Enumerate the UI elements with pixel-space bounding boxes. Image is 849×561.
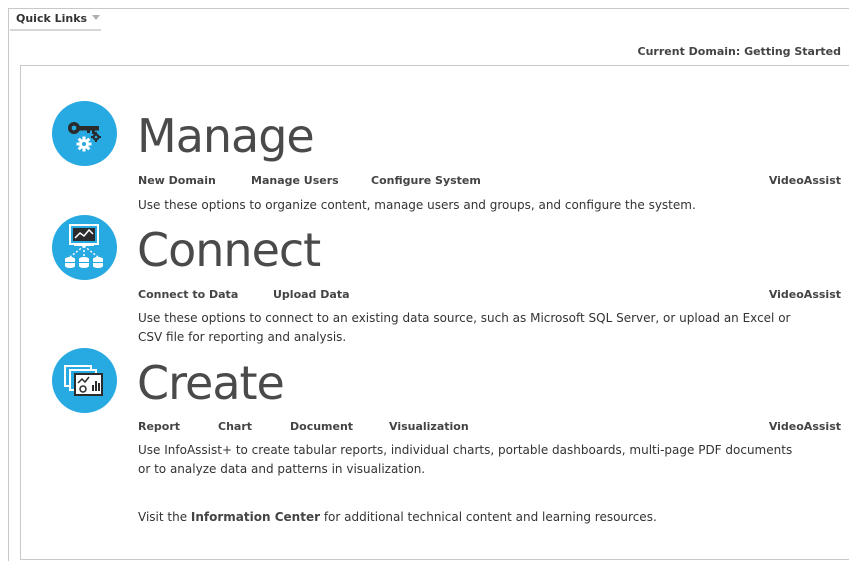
upload-data-link[interactable]: Upload Data	[273, 288, 350, 301]
connect-to-data-link[interactable]: Connect to Data	[138, 288, 238, 301]
connect-videoassist-link[interactable]: VideoAssist	[769, 288, 841, 301]
information-center-note: Visit the Information Center for additio…	[138, 510, 657, 524]
connect-description-line-2: CSV file for reporting and analysis.	[138, 330, 347, 344]
chevron-down-icon	[92, 15, 101, 20]
create-description-line-1: Use InfoAssist+ to create tabular report…	[138, 443, 793, 457]
create-description-line-2: or to analyze data and patterns in visua…	[138, 462, 426, 476]
report-link[interactable]: Report	[138, 420, 180, 433]
manage-title: Manage	[137, 109, 315, 163]
info-suffix: for additional technical content and lea…	[320, 510, 657, 524]
configure-system-link[interactable]: Configure System	[371, 174, 481, 187]
key-gear-icon	[52, 101, 117, 166]
dashboard-pages-icon	[52, 348, 117, 413]
data-connection-icon	[52, 215, 117, 280]
new-domain-link[interactable]: New Domain	[138, 174, 216, 187]
connect-description: Use these options to connect to an exist…	[138, 309, 818, 347]
document-link[interactable]: Document	[290, 420, 353, 433]
create-description: Use InfoAssist+ to create tabular report…	[138, 441, 818, 479]
visualization-link[interactable]: Visualization	[389, 420, 469, 433]
manage-description: Use these options to organize content, m…	[138, 198, 696, 212]
info-prefix: Visit the	[138, 510, 191, 524]
create-videoassist-link[interactable]: VideoAssist	[769, 420, 841, 433]
connect-description-line-1: Use these options to connect to an exist…	[138, 311, 791, 325]
quick-links-menu[interactable]: Quick Links	[10, 11, 101, 31]
chart-link[interactable]: Chart	[218, 420, 252, 433]
manage-videoassist-link[interactable]: VideoAssist	[769, 174, 841, 187]
connect-title: Connect	[137, 223, 321, 277]
information-center-link[interactable]: Information Center	[191, 510, 320, 524]
create-title: Create	[137, 356, 285, 410]
quick-links-label: Quick Links	[16, 12, 88, 25]
current-domain-label: Current Domain: Getting Started	[637, 45, 841, 58]
manage-users-link[interactable]: Manage Users	[251, 174, 339, 187]
